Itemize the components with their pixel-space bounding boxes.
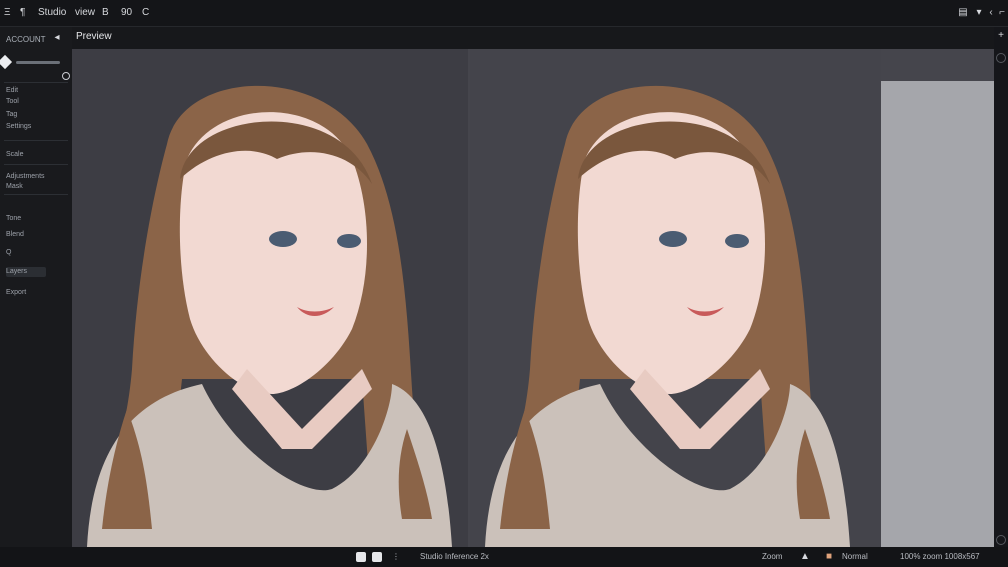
divider xyxy=(4,82,68,83)
portrait-image-right xyxy=(485,85,850,547)
status-dimensions: 100% zoom 1008x567 xyxy=(900,552,980,561)
divider xyxy=(4,194,68,195)
right-scrollbar[interactable]: + xyxy=(994,27,1008,547)
toolbar-studio-button[interactable]: Studio xyxy=(38,6,66,20)
image-icon[interactable] xyxy=(356,552,366,562)
image-icon[interactable] xyxy=(372,552,382,562)
divider xyxy=(4,140,68,141)
sidebar-item-q[interactable]: Q xyxy=(6,249,11,256)
triangle-icon[interactable]: ▲ xyxy=(800,552,810,562)
sidebar-item-scale[interactable]: Scale xyxy=(6,151,24,158)
status-center-text: Studio Inference 2x xyxy=(420,552,489,561)
toolbar-c-button[interactable]: C xyxy=(142,6,149,20)
sidebar-item-tag[interactable]: Tag xyxy=(6,111,17,118)
sidebar-item-layers[interactable]: Layers xyxy=(6,268,27,275)
status-mode-label: Normal xyxy=(842,552,868,561)
top-toolbar: Ξ ¶ Studio view B 90 C ▤ ▾ ‹ ⌐ xyxy=(0,0,1008,27)
maximize-icon[interactable]: ⌐ xyxy=(997,8,1007,18)
sidebar-item-edit[interactable]: Edit xyxy=(6,87,18,94)
portrait-image-left xyxy=(87,85,452,547)
color-swatch-icon[interactable]: ■ xyxy=(824,552,834,562)
pilcrow-icon[interactable]: ¶ xyxy=(20,6,25,20)
diamond-handle-icon[interactable] xyxy=(0,54,13,70)
collapse-icon[interactable]: ◂ xyxy=(52,33,62,43)
radio-icon[interactable] xyxy=(62,72,70,80)
sidebar-item-blend[interactable]: Blend xyxy=(6,231,24,238)
sidebar-item-export[interactable]: Export xyxy=(6,289,26,296)
sidebar-item-settings[interactable]: Settings xyxy=(6,123,31,130)
scroll-bottom-button[interactable] xyxy=(996,535,1006,545)
sidebar-item-tool[interactable]: Tool xyxy=(6,98,19,105)
chevron-icon[interactable]: ‹ xyxy=(986,8,996,18)
divider xyxy=(4,164,68,165)
status-bar: ⋮ Studio Inference 2x Zoom ▲ ■ Normal 10… xyxy=(0,547,1008,567)
add-icon[interactable]: + xyxy=(996,31,1006,41)
tab-bar xyxy=(72,27,994,49)
left-sidebar: ACCOUNT ◂ Edit Tool Tag Settings Scale A… xyxy=(0,27,73,547)
toolbar-b-button[interactable]: B xyxy=(102,6,109,20)
sidebar-item-tone[interactable]: Tone xyxy=(6,215,21,222)
sidebar-item-adjustments[interactable]: Adjustments xyxy=(6,173,45,180)
status-zoom-label: Zoom xyxy=(762,552,783,561)
toolbar-view-button[interactable]: view xyxy=(75,6,95,20)
cursor-icon[interactable]: ▾ xyxy=(974,8,984,18)
menu-icon[interactable]: Ξ xyxy=(4,6,11,20)
opacity-slider[interactable] xyxy=(16,61,60,64)
scroll-top-button[interactable] xyxy=(996,53,1006,63)
tab-preview[interactable]: Preview xyxy=(76,31,112,42)
ellipsis-icon[interactable]: ⋮ xyxy=(392,552,400,561)
menu-icon[interactable]: ▤ xyxy=(958,8,968,18)
grey-placeholder-panel xyxy=(881,81,994,547)
sidebar-item-mask[interactable]: Mask xyxy=(6,183,23,190)
toolbar-90-button[interactable]: 90 xyxy=(121,6,132,20)
sidebar-header: ACCOUNT xyxy=(6,35,46,44)
